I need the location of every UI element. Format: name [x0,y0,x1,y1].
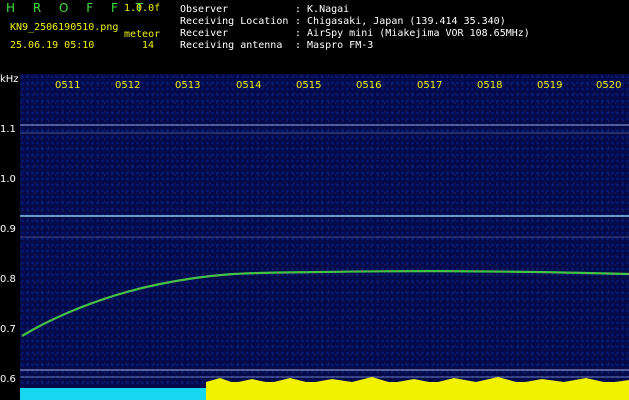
time-tick-0515: 0515 [296,80,322,91]
time-tick-0518: 0518 [477,80,503,91]
y-tick-1-0: 1.0 [0,174,16,185]
receiver-label: Receiver [180,28,229,39]
spectrogram-overlay [20,124,629,400]
observer-label: Observer [180,4,229,15]
y-tick-0-7: 0.7 [0,324,16,335]
location-label: Receiving Location [180,16,289,27]
location-value: : Chigasaki, Japan (139.414 35.340) [295,16,506,27]
time-tick-0519: 0519 [537,80,563,91]
time-tick-0512: 0512 [115,80,141,91]
app-version: 1.0.0f [124,3,161,14]
receiver-value: : AirSpy mini (Miakejima VOR 108.65MHz) [295,28,530,39]
y-tick-0-6: 0.6 [0,374,16,385]
y-unit: kHz [0,74,19,85]
observer-value: : K.Nagai [295,4,350,15]
filename: KN9_2506190510.png [10,22,119,33]
amplitude-peaks [206,377,629,400]
antenna-value: : Maspro FM-3 [295,40,374,51]
time-tick-0511: 0511 [55,80,81,91]
spectrogram [20,74,629,400]
signal-trace-highlight [21,270,629,337]
time-tick-0517: 0517 [417,80,443,91]
y-tick-0-9: 0.9 [0,224,16,235]
time-tick-0516: 0516 [356,80,382,91]
y-tick-0-8: 0.8 [0,274,16,285]
time-tick-0513: 0513 [175,80,201,91]
time-tick-0514: 0514 [236,80,262,91]
y-tick-1-1: 1.1 [0,124,16,135]
signal-trace [21,270,629,337]
meteor-count: 14 [142,40,155,51]
amplitude-strip-cyan [20,388,206,400]
datetime: 25.06.19 05:10 [10,40,95,51]
time-tick-0520: 0520 [596,80,622,91]
antenna-label: Receiving antenna [180,40,283,51]
